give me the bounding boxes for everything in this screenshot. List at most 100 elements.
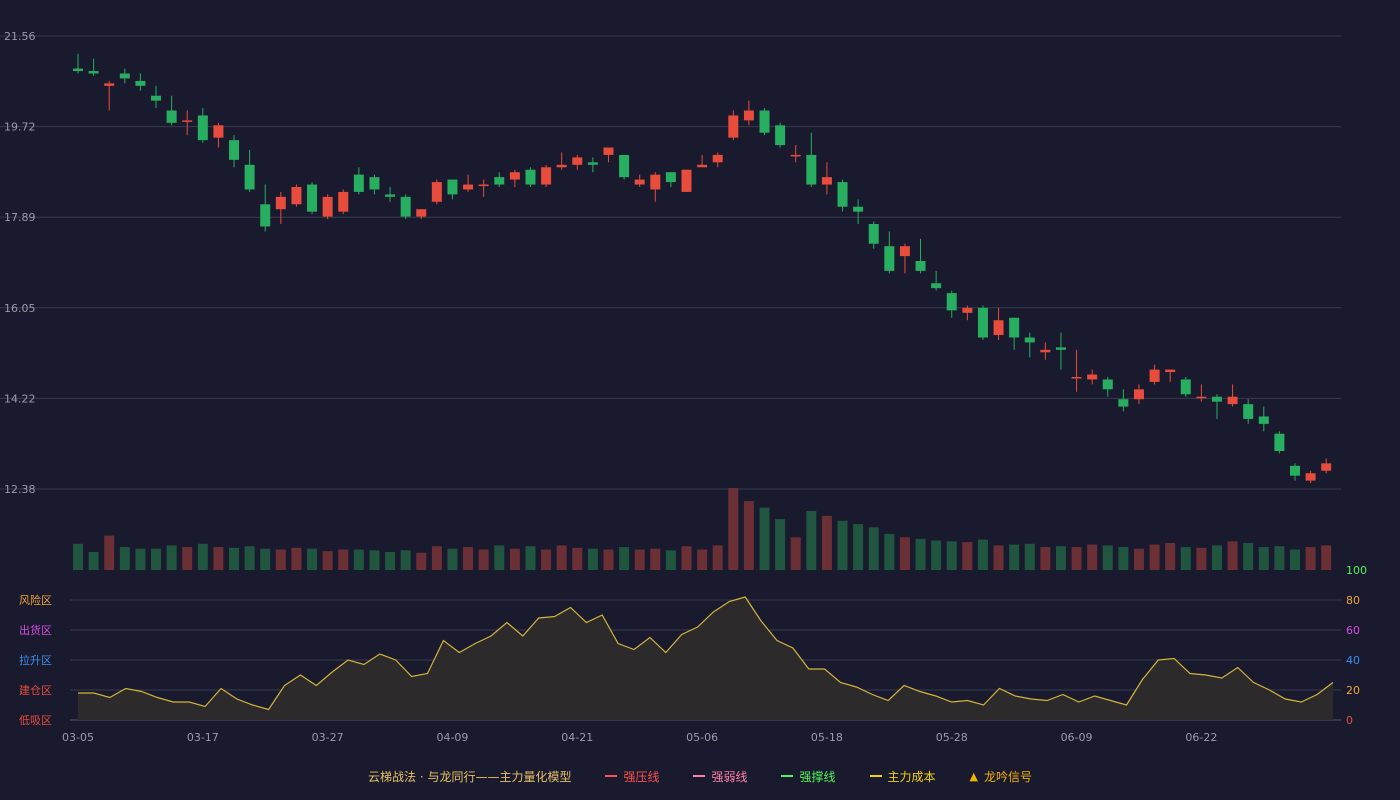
volume-bar — [775, 519, 786, 570]
volume-bar — [1149, 544, 1160, 570]
candle-body — [759, 110, 770, 133]
candle — [104, 80, 115, 111]
candle — [743, 100, 754, 126]
candle-body — [806, 154, 817, 185]
indicator-line — [78, 596, 1334, 720]
candle — [400, 194, 411, 220]
volume-bar — [556, 545, 567, 570]
candle — [790, 145, 801, 163]
candle-body — [1149, 369, 1160, 382]
price-tick-label: 14.22 — [4, 392, 36, 405]
candle — [135, 73, 146, 91]
volume-bar — [853, 524, 864, 570]
candle-body — [494, 177, 505, 185]
candle — [821, 162, 832, 195]
candle-body — [463, 184, 474, 190]
candle-body — [603, 147, 614, 155]
candle — [260, 184, 271, 232]
date-tick-label: 06-09 — [1061, 731, 1093, 744]
date-tick-label: 06-22 — [1185, 731, 1217, 744]
legend-item: ▲ 龙吟信号 — [970, 768, 1032, 785]
indicator-area — [78, 597, 1333, 720]
candle-body — [1305, 473, 1316, 481]
volume-bar — [915, 538, 926, 570]
volume-bar — [962, 542, 973, 570]
candle — [229, 135, 240, 168]
candle — [1055, 332, 1066, 370]
volume-bar — [587, 548, 598, 570]
candle-body — [1180, 379, 1191, 395]
volume-bar — [806, 510, 817, 570]
candle-body — [587, 162, 598, 165]
legend-item: 云梯战法 · 与龙同行——主力量化模型 — [368, 768, 571, 785]
volume-bar — [1165, 542, 1176, 570]
candle — [307, 182, 318, 215]
volume-bar — [400, 550, 411, 570]
candle-body — [681, 169, 692, 192]
candle-body — [884, 246, 895, 271]
legend-swatch — [605, 775, 618, 777]
volume-bar — [151, 548, 162, 570]
price-tick-label: 16.05 — [4, 302, 36, 315]
zone-label: 低吸区 — [19, 714, 52, 727]
candle-body — [151, 95, 162, 101]
candle — [681, 169, 692, 192]
candle-body — [447, 179, 458, 195]
candle — [1071, 349, 1082, 392]
candle-body — [260, 204, 271, 227]
candle — [899, 243, 910, 274]
volume-bar — [541, 549, 552, 570]
date-tick-label: 05-18 — [811, 731, 843, 744]
candle-body — [353, 174, 364, 192]
candle — [338, 189, 349, 215]
price-tick-label: 17.89 — [4, 211, 36, 224]
candle-body — [1258, 416, 1269, 424]
candle-body — [307, 184, 318, 212]
candle — [619, 154, 630, 180]
candle — [244, 149, 255, 192]
candle — [759, 108, 770, 136]
volume-bar — [197, 543, 208, 570]
date-tick-label: 05-06 — [686, 731, 718, 744]
candle-body — [197, 115, 208, 141]
candle-body — [868, 224, 879, 244]
volume-bar — [837, 520, 848, 570]
volume-bar — [338, 549, 349, 570]
candle — [494, 172, 505, 187]
volume-bar — [572, 547, 583, 570]
volume-bar — [1258, 547, 1269, 570]
indicator-tick-label: 100 — [1346, 564, 1367, 577]
volume-bar — [681, 546, 692, 570]
volume-bar — [322, 551, 333, 570]
candle — [197, 108, 208, 143]
volume-bar — [1040, 547, 1051, 570]
candle — [837, 179, 848, 212]
volume-bar — [385, 551, 396, 570]
candle-body — [166, 110, 177, 123]
candle — [541, 164, 552, 187]
volume-bar — [931, 540, 942, 570]
candle — [275, 191, 286, 225]
zone-label: 建仓区 — [19, 683, 52, 697]
candle — [1289, 463, 1300, 481]
date-axis: 03-05 03-17 03-27 04-09 04-21 05-06 05-18 05-28… — [62, 731, 1217, 744]
candle — [322, 194, 333, 220]
legend-label: 强撑线 — [799, 769, 836, 784]
candle-body — [790, 154, 801, 157]
volume-bar — [1087, 544, 1098, 570]
candle-body — [821, 177, 832, 185]
candle-body — [1040, 349, 1051, 353]
volume-bar — [1211, 545, 1222, 570]
volume-bar — [166, 545, 177, 570]
legend-swatch — [869, 775, 882, 777]
volume-bar — [1102, 545, 1113, 570]
date-tick-label: 05-28 — [936, 731, 968, 744]
chart-legend: 云梯战法 · 与龙同行——主力量化模型 强压线 强弱线 强撑线 主力成本 ▲ 龙吟信号 — [0, 766, 1400, 786]
volume-bar — [1243, 542, 1254, 570]
candle — [369, 174, 380, 195]
volume-bar — [182, 547, 193, 570]
candles — [73, 53, 1332, 484]
candle — [915, 238, 926, 274]
candle-body — [369, 177, 380, 190]
candle-body — [213, 125, 224, 138]
